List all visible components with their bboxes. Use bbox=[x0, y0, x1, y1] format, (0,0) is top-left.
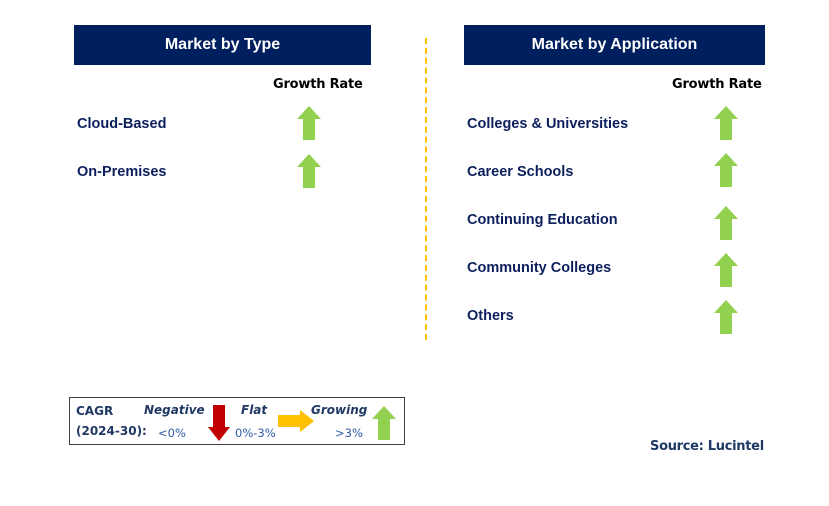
source-label: Source: Lucintel bbox=[650, 439, 764, 454]
market-by-application-title: Market by Application bbox=[531, 36, 698, 53]
arrow-right-icon bbox=[278, 410, 314, 432]
arrow-up-icon bbox=[714, 206, 738, 240]
application-item-label: Career Schools bbox=[467, 164, 574, 180]
type-item-label: On-Premises bbox=[77, 164, 167, 180]
cagr-legend: CAGR (2024-30): Negative <0% Flat 0%-3% … bbox=[69, 397, 405, 445]
arrow-up-icon bbox=[714, 153, 738, 187]
application-item-label: Continuing Education bbox=[467, 212, 618, 228]
arrow-down-icon bbox=[208, 405, 230, 441]
arrow-up-icon bbox=[297, 106, 321, 140]
market-by-application-header: Market by Application bbox=[464, 25, 765, 65]
arrow-up-icon bbox=[714, 253, 738, 287]
arrow-up-icon bbox=[714, 106, 738, 140]
application-item-label: Community Colleges bbox=[467, 260, 612, 276]
dashed-divider bbox=[425, 38, 427, 340]
growing-label: Growing bbox=[311, 403, 368, 417]
cagr-label: CAGR bbox=[76, 404, 114, 418]
arrow-up-icon bbox=[297, 154, 321, 188]
market-by-type-title: Market by Type bbox=[164, 36, 281, 53]
negative-range: <0% bbox=[158, 426, 186, 440]
application-item-label: Others bbox=[467, 308, 514, 324]
arrow-up-icon bbox=[372, 406, 396, 440]
flat-range: 0%-3% bbox=[235, 426, 276, 440]
negative-label: Negative bbox=[144, 403, 205, 417]
flat-label: Flat bbox=[241, 403, 268, 417]
type-item-label: Cloud-Based bbox=[77, 116, 167, 132]
growth-rate-label-type: Growth Rate bbox=[273, 77, 363, 92]
market-by-type-header: Market by Type bbox=[74, 25, 371, 65]
application-item-label: Colleges & Universities bbox=[467, 116, 629, 132]
cagr-period-label: (2024-30): bbox=[76, 424, 147, 438]
growth-rate-label-application: Growth Rate bbox=[672, 77, 762, 92]
growing-range: >3% bbox=[335, 426, 363, 440]
arrow-up-icon bbox=[714, 300, 738, 334]
